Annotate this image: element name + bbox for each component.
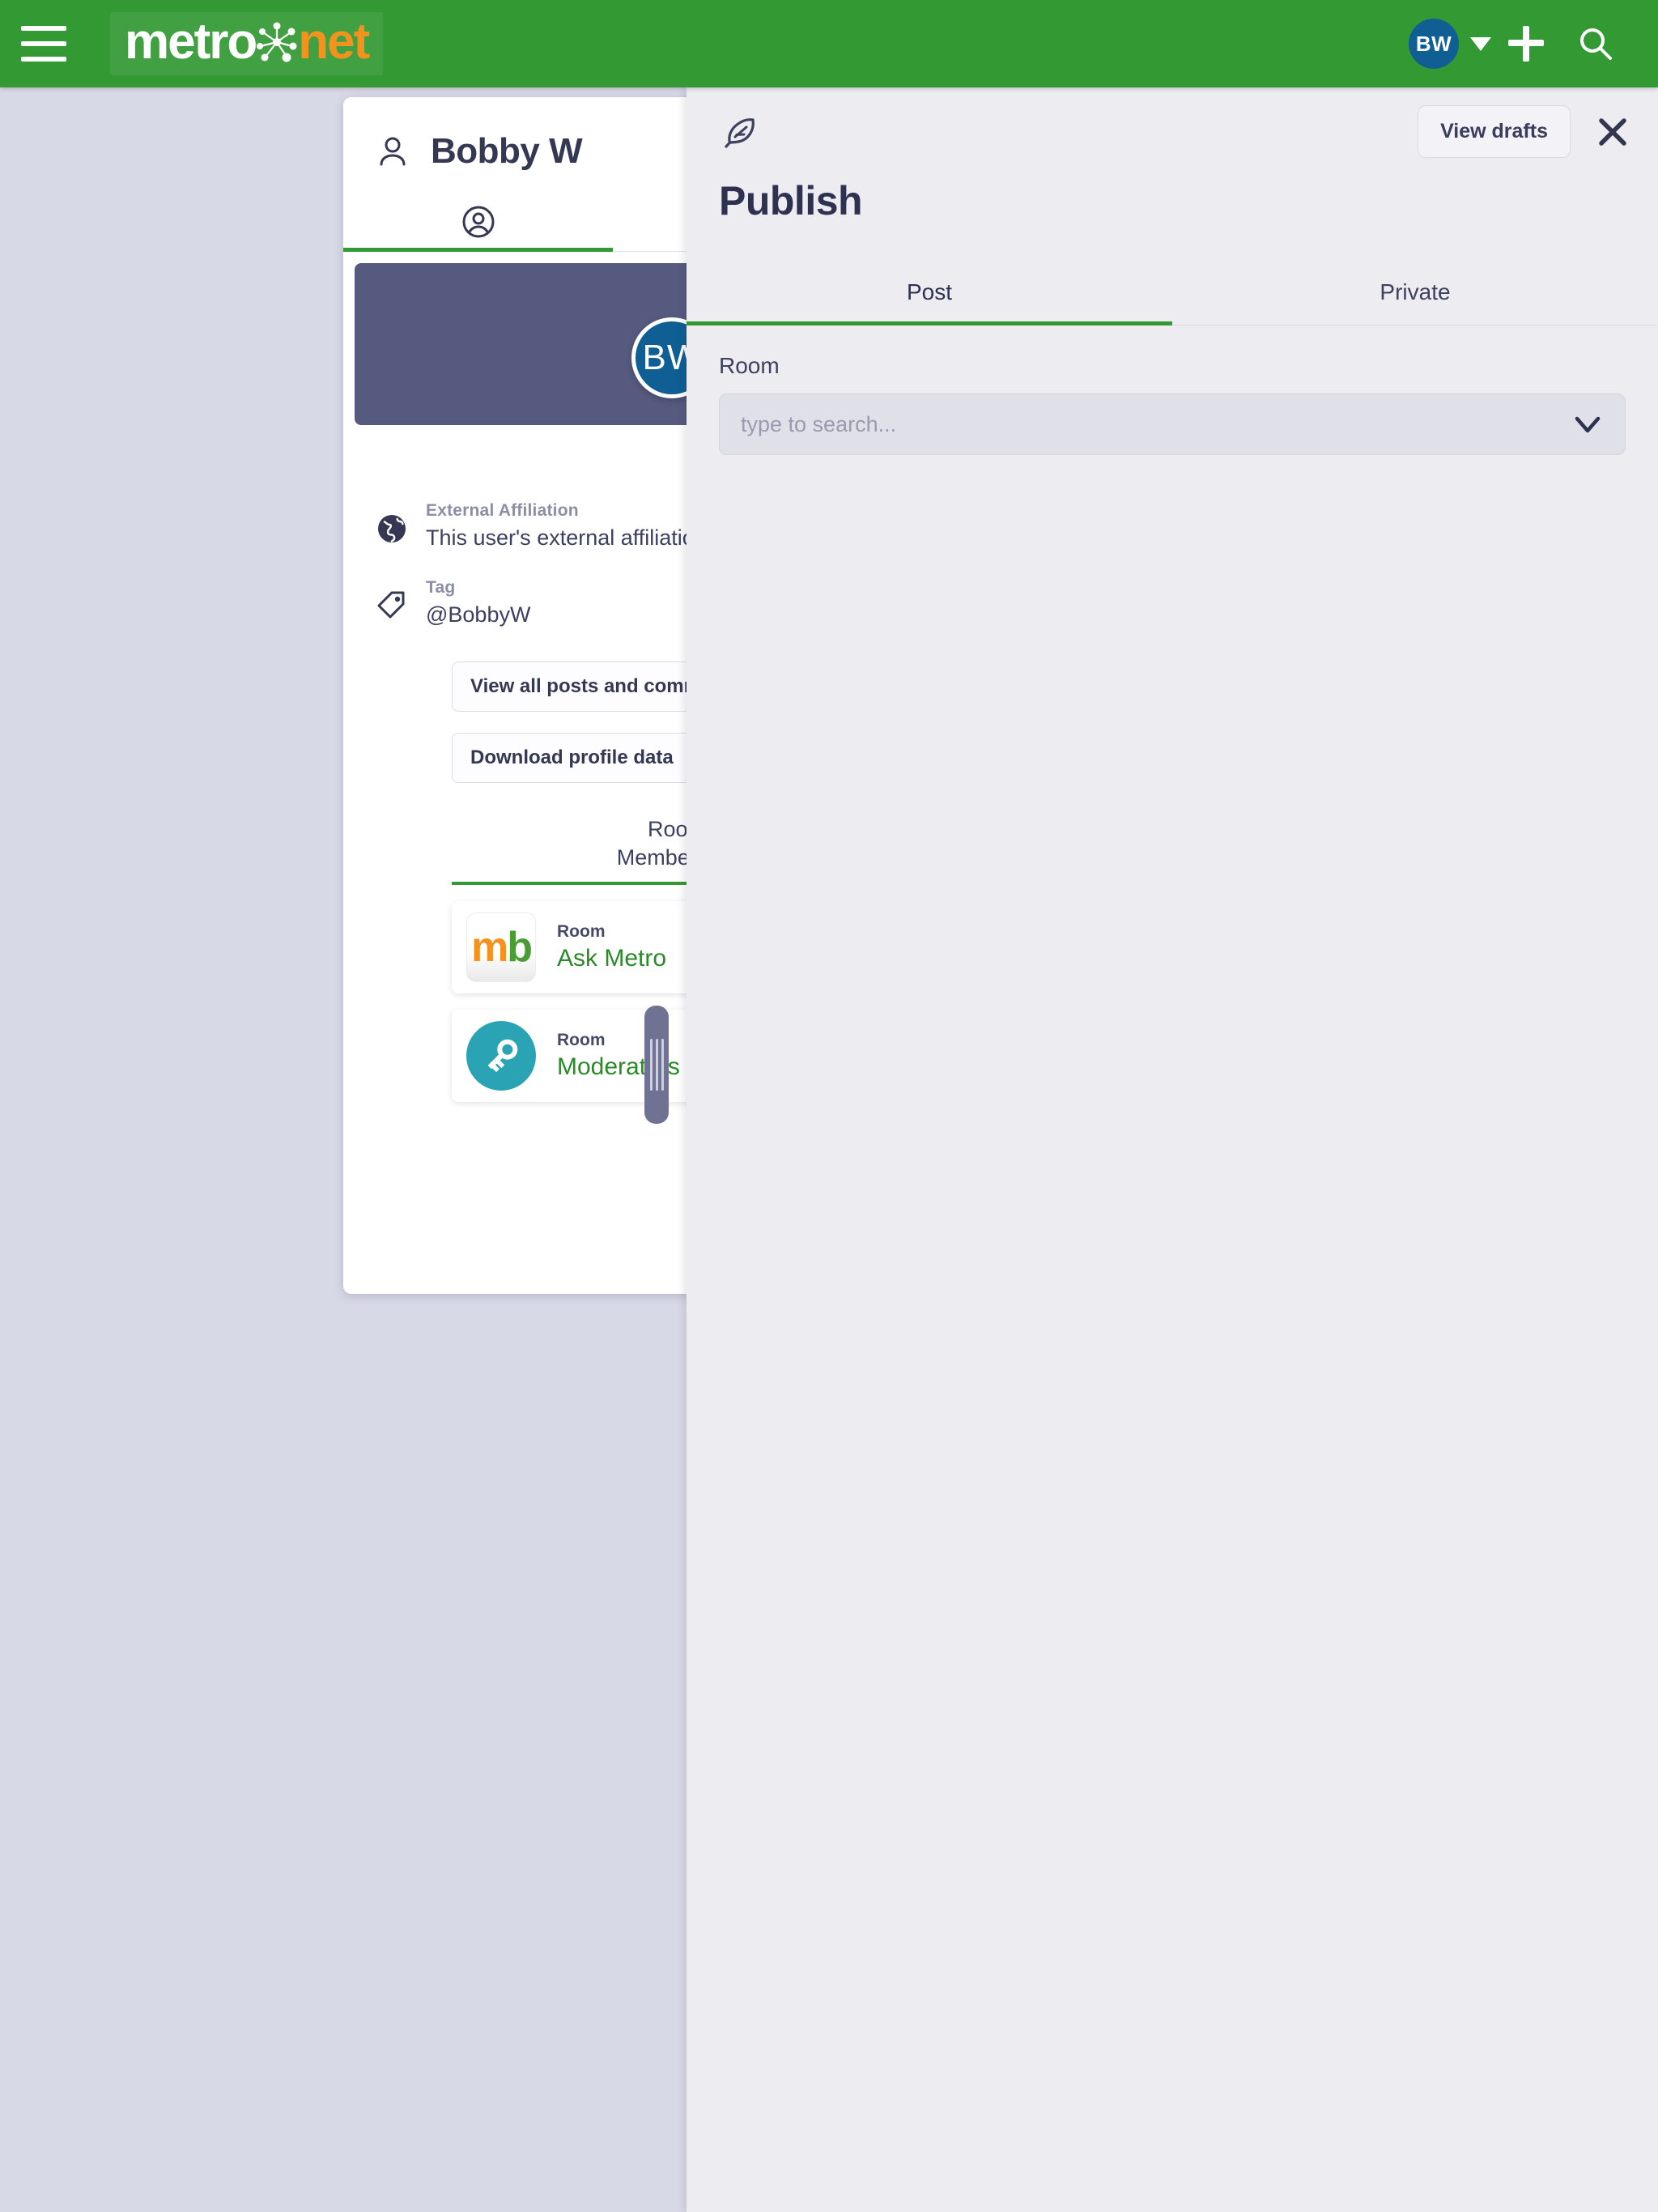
user-menu-button[interactable]: BW: [1409, 19, 1491, 69]
publish-panel-actions: View drafts: [1418, 105, 1630, 158]
field-value: This user's external affiliation: [426, 525, 707, 550]
tag-icon: [376, 589, 408, 622]
mb-logo-text-1: m: [470, 924, 508, 972]
field-value: @BobbyW: [426, 602, 531, 627]
top-navigation-bar: metro net BW: [0, 0, 1658, 87]
search-button[interactable]: [1561, 9, 1630, 79]
room-meta-label: Room: [557, 922, 606, 942]
close-button[interactable]: [1595, 114, 1630, 150]
chevron-down-icon[interactable]: [1470, 36, 1491, 51]
field-label: Tag: [426, 578, 456, 597]
brand-name-part1: metro: [125, 14, 257, 70]
room-field-label: Room: [719, 353, 780, 378]
add-button[interactable]: [1491, 9, 1561, 79]
avatar: BW: [1409, 19, 1459, 69]
user-icon: [380, 137, 406, 166]
brand-name-part2: net: [298, 14, 370, 70]
tab-private[interactable]: Private: [1172, 262, 1658, 325]
publish-panel-body: Room type to search...: [687, 325, 1658, 455]
network-node-icon: [254, 19, 300, 65]
publish-title: Publish: [719, 178, 863, 223]
room-search-input[interactable]: type to search...: [741, 412, 1571, 437]
profile-circle-icon: [462, 206, 494, 238]
quill-feather-icon: [719, 118, 761, 157]
mb-logo-icon: mb: [466, 912, 536, 983]
publish-panel-header: View drafts: [687, 87, 1658, 158]
tab-post[interactable]: Post: [687, 262, 1172, 325]
room-select[interactable]: type to search...: [719, 393, 1626, 455]
chevron-down-icon[interactable]: [1571, 408, 1604, 440]
globe-icon: [376, 513, 408, 545]
drag-handle[interactable]: [644, 1006, 669, 1124]
top-bar-actions: BW: [1409, 9, 1658, 79]
page-title: Bobby W: [431, 131, 583, 171]
mb-logo-text-2: b: [507, 924, 533, 972]
field-label: External Affiliation: [426, 501, 579, 520]
close-icon: [1599, 117, 1626, 146]
room-name: Ask Metro: [557, 945, 667, 972]
search-icon: [1580, 28, 1612, 60]
plus-icon: [1508, 26, 1544, 62]
view-drafts-button[interactable]: View drafts: [1418, 105, 1571, 158]
publish-panel: View drafts Publish Post Private Room ty…: [687, 87, 1658, 2212]
hamburger-menu-icon[interactable]: [21, 26, 66, 62]
brand-logo[interactable]: metro net: [110, 12, 384, 75]
tab-profile[interactable]: [343, 193, 613, 252]
publish-tabs: Post Private: [687, 262, 1658, 325]
key-icon: [466, 1021, 536, 1091]
